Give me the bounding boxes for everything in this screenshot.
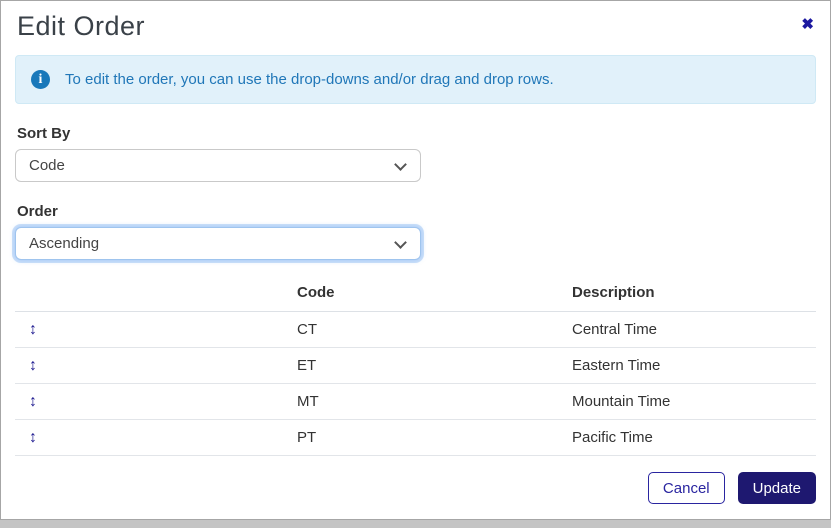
description-cell: Mountain Time bbox=[564, 383, 816, 420]
code-cell: CT bbox=[289, 311, 564, 348]
code-cell: PT bbox=[289, 419, 564, 456]
description-column-header: Description bbox=[564, 278, 816, 312]
cancel-button[interactable]: Cancel bbox=[647, 472, 725, 504]
description-cell: Pacific Time bbox=[564, 419, 816, 456]
description-cell: Central Time bbox=[564, 311, 816, 348]
update-button[interactable]: Update bbox=[737, 472, 816, 504]
sort-by-group: Sort By Code bbox=[15, 125, 816, 182]
code-column-header: Code bbox=[289, 278, 564, 312]
close-icon[interactable]: ✖ bbox=[799, 11, 816, 34]
sort-by-select-wrap: Code bbox=[15, 149, 421, 182]
order-select-wrap: Ascending bbox=[15, 227, 421, 260]
info-alert: i To edit the order, you can use the dro… bbox=[15, 55, 816, 104]
page-title: Edit Order bbox=[17, 11, 146, 41]
order-group: Order Ascending bbox=[15, 203, 816, 260]
sort-by-select[interactable]: Code bbox=[15, 149, 421, 182]
table-row[interactable]: ↕ MT Mountain Time bbox=[15, 383, 816, 420]
order-select[interactable]: Ascending bbox=[15, 227, 421, 260]
drag-handle-icon[interactable]: ↕ bbox=[29, 429, 37, 446]
order-label: Order bbox=[17, 203, 58, 220]
description-cell: Eastern Time bbox=[564, 347, 816, 384]
order-table: Code Description ↕ CT Central Time ↕ ET … bbox=[15, 278, 816, 456]
drag-handle-icon[interactable]: ↕ bbox=[29, 321, 37, 338]
code-cell: ET bbox=[289, 347, 564, 384]
sort-by-label: Sort By bbox=[17, 125, 71, 142]
drag-handle-icon[interactable]: ↕ bbox=[29, 357, 37, 374]
modal-footer: Cancel Update bbox=[15, 472, 816, 504]
table-row[interactable]: ↕ CT Central Time bbox=[15, 311, 816, 348]
code-cell: MT bbox=[289, 383, 564, 420]
table-header-row: Code Description bbox=[15, 278, 816, 312]
drag-column-header bbox=[15, 278, 289, 312]
edit-order-modal: Edit Order ✖ i To edit the order, you ca… bbox=[0, 0, 831, 520]
table-row[interactable]: ↕ PT Pacific Time bbox=[15, 419, 816, 456]
info-icon: i bbox=[31, 70, 50, 89]
info-alert-text: To edit the order, you can use the drop-… bbox=[65, 71, 554, 88]
table-row[interactable]: ↕ ET Eastern Time bbox=[15, 347, 816, 384]
drag-handle-icon[interactable]: ↕ bbox=[29, 393, 37, 410]
modal-header: Edit Order ✖ bbox=[15, 1, 816, 42]
